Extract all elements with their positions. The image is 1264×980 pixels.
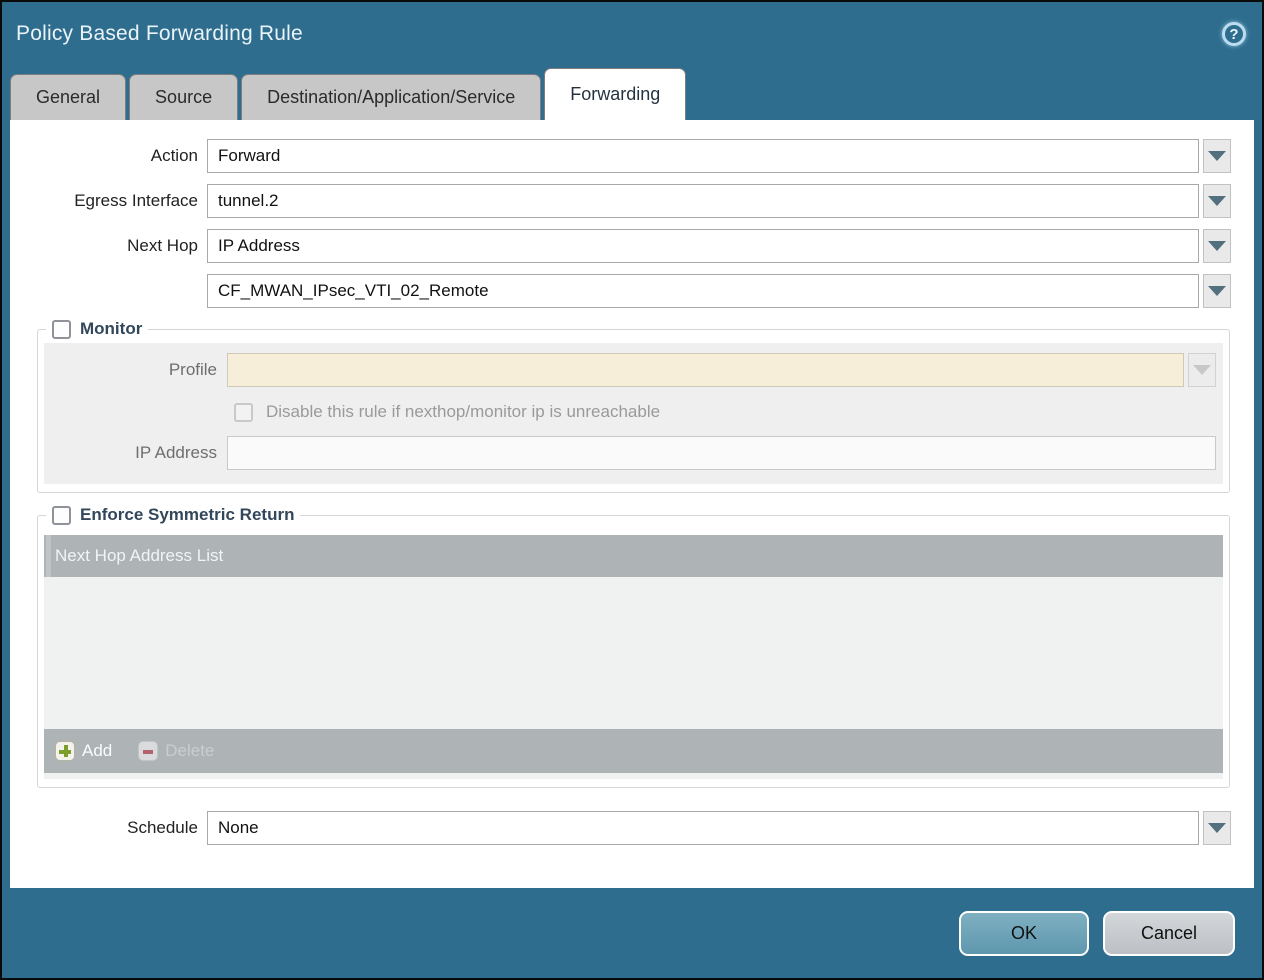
monitor-ip-address-input-disabled (227, 436, 1216, 470)
egress-interface-combo: tunnel.2 (207, 184, 1231, 218)
schedule-dropdown-button[interactable] (1203, 811, 1231, 845)
symmetric-return-legend-label: Enforce Symmetric Return (80, 505, 294, 525)
grid-toolbar: Add Delete (44, 729, 1223, 773)
profile-combo (227, 353, 1216, 387)
forwarding-tab-panel: Action Forward Egress Interface tunnel.2… (10, 120, 1254, 888)
add-button-label: Add (82, 741, 112, 761)
chevron-down-icon (1208, 286, 1226, 296)
monitor-checkbox[interactable] (52, 320, 71, 339)
next-hop-address-row: CF_MWAN_IPsec_VTI_02_Remote (10, 274, 1254, 308)
next-hop-row: Next Hop IP Address (10, 229, 1254, 263)
tab-bar: General Source Destination/Application/S… (2, 68, 1262, 120)
profile-row: Profile (44, 353, 1216, 387)
symmetric-return-fieldset: Enforce Symmetric Return Next Hop Addres… (37, 505, 1230, 788)
ok-button[interactable]: OK (959, 911, 1089, 956)
monitor-panel: Profile Disable this rule if nexthop/mon… (44, 343, 1223, 484)
plus-icon (55, 741, 75, 761)
egress-interface-label: Egress Interface (10, 191, 207, 211)
next-hop-type-select[interactable]: IP Address (207, 229, 1199, 263)
pbf-rule-dialog: Policy Based Forwarding Rule ? General S… (0, 0, 1264, 980)
dialog-title: Policy Based Forwarding Rule (16, 22, 303, 46)
egress-interface-row: Egress Interface tunnel.2 (10, 184, 1254, 218)
next-hop-dropdown-button[interactable] (1203, 229, 1231, 263)
monitor-ip-address-label: IP Address (44, 443, 227, 463)
next-hop-address-select[interactable]: CF_MWAN_IPsec_VTI_02_Remote (207, 274, 1199, 308)
next-hop-address-combo: CF_MWAN_IPsec_VTI_02_Remote (207, 274, 1231, 308)
chevron-down-icon (1208, 823, 1226, 833)
symmetric-return-legend: Enforce Symmetric Return (46, 505, 300, 525)
egress-interface-dropdown-button[interactable] (1203, 184, 1231, 218)
grid-bottom-strip (44, 773, 1223, 779)
tab-destination-application-service[interactable]: Destination/Application/Service (241, 74, 541, 120)
next-hop-combo: IP Address (207, 229, 1231, 263)
profile-dropdown-button-disabled (1188, 353, 1216, 387)
next-hop-address-list-grid: Next Hop Address List Add Delete (44, 535, 1223, 779)
dialog-titlebar: Policy Based Forwarding Rule ? (2, 2, 1262, 68)
cancel-button[interactable]: Cancel (1103, 911, 1235, 956)
chevron-down-icon (1208, 151, 1226, 161)
tab-source[interactable]: Source (129, 74, 238, 120)
add-button[interactable]: Add (55, 741, 112, 761)
schedule-row: Schedule None (10, 811, 1254, 845)
next-hop-address-list-body[interactable] (44, 577, 1223, 729)
chevron-down-icon (1208, 196, 1226, 206)
dialog-footer: OK Cancel (2, 888, 1262, 978)
profile-select-disabled (227, 353, 1184, 387)
schedule-combo: None (207, 811, 1231, 845)
next-hop-label: Next Hop (10, 236, 207, 256)
chevron-down-icon (1208, 241, 1226, 251)
monitor-ip-address-row: IP Address (44, 436, 1216, 470)
action-combo: Forward (207, 139, 1231, 173)
schedule-label: Schedule (10, 818, 207, 838)
disable-rule-checkbox-disabled (234, 403, 253, 422)
next-hop-address-list-column-header[interactable]: Next Hop Address List (44, 535, 1223, 577)
tab-forwarding[interactable]: Forwarding (544, 68, 686, 120)
egress-interface-select[interactable]: tunnel.2 (207, 184, 1199, 218)
tab-general[interactable]: General (10, 74, 126, 120)
monitor-legend: Monitor (46, 319, 148, 339)
minus-icon (138, 741, 158, 761)
action-row: Action Forward (10, 139, 1254, 173)
monitor-legend-label: Monitor (80, 319, 142, 339)
disable-rule-row: Disable this rule if nexthop/monitor ip … (234, 402, 1216, 422)
monitor-fieldset: Monitor Profile Disable this rule if nex… (37, 319, 1230, 493)
disable-rule-label: Disable this rule if nexthop/monitor ip … (266, 402, 660, 422)
action-select[interactable]: Forward (207, 139, 1199, 173)
next-hop-address-dropdown-button[interactable] (1203, 274, 1231, 308)
schedule-select[interactable]: None (207, 811, 1199, 845)
delete-button-label: Delete (165, 741, 214, 761)
action-dropdown-button[interactable] (1203, 139, 1231, 173)
help-icon[interactable]: ? (1222, 22, 1246, 46)
action-label: Action (10, 146, 207, 166)
delete-button-disabled: Delete (138, 741, 214, 761)
profile-label: Profile (44, 360, 227, 380)
chevron-down-icon (1193, 365, 1211, 375)
symmetric-return-checkbox[interactable] (52, 506, 71, 525)
